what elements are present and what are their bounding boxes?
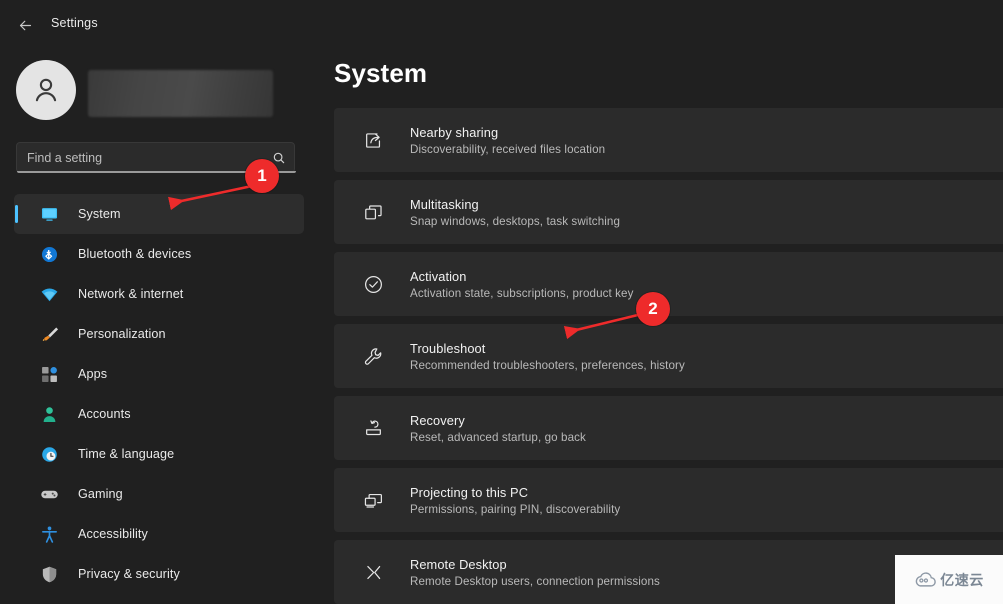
card-text: Troubleshoot Recommended troubleshooters… bbox=[410, 341, 685, 372]
card-subtitle: Recommended troubleshooters, preferences… bbox=[410, 358, 685, 372]
main-row-troubleshoot[interactable]: Troubleshoot Recommended troubleshooters… bbox=[334, 324, 1003, 388]
card-text: Multitasking Snap windows, desktops, tas… bbox=[410, 197, 620, 228]
sidebar-item-label: Apps bbox=[78, 367, 108, 381]
search-input[interactable] bbox=[17, 150, 264, 165]
sidebar: System Bluetooth & devices bbox=[0, 44, 320, 604]
sidebar-item-bluetooth-devices[interactable]: Bluetooth & devices bbox=[14, 234, 304, 274]
annotation-marker-2: 2 bbox=[636, 292, 670, 326]
card-subtitle: Activation state, subscriptions, product… bbox=[410, 286, 634, 300]
card-subtitle: Reset, advanced startup, go back bbox=[410, 430, 586, 444]
sidebar-item-label: System bbox=[78, 207, 121, 221]
card-text: Recovery Reset, advanced startup, go bac… bbox=[410, 413, 586, 444]
card-text: Projecting to this PC Permissions, pairi… bbox=[410, 485, 620, 516]
back-arrow-icon bbox=[19, 20, 31, 30]
watermark-text: 亿速云 bbox=[940, 571, 984, 588]
card-text: Activation Activation state, subscriptio… bbox=[410, 269, 634, 300]
card-subtitle: Discoverability, received files location bbox=[410, 142, 606, 156]
sidebar-item-label: Personalization bbox=[78, 327, 166, 341]
cloud-logo-icon bbox=[915, 571, 937, 587]
sidebar-item-accessibility[interactable]: Accessibility bbox=[14, 514, 304, 554]
main-content: System Nearby sharing Discoverability, r… bbox=[320, 44, 1003, 604]
card-text: Remote Desktop Remote Desktop users, con… bbox=[410, 557, 660, 588]
card-title: Projecting to this PC bbox=[410, 484, 529, 500]
card-subtitle: Snap windows, desktops, task switching bbox=[410, 214, 621, 228]
wifi-icon bbox=[40, 282, 70, 306]
remote-desktop-icon bbox=[352, 556, 394, 588]
user-avatar-icon bbox=[35, 78, 57, 102]
sidebar-item-label: Accounts bbox=[78, 407, 131, 421]
sidebar-nav: System Bluetooth & devices Network & int… bbox=[14, 194, 304, 594]
card-title: Remote Desktop bbox=[410, 556, 507, 572]
accessibility-icon bbox=[40, 522, 70, 546]
sidebar-item-label: Bluetooth & devices bbox=[78, 247, 192, 261]
main-row-recovery[interactable]: Recovery Reset, advanced startup, go bac… bbox=[334, 396, 1003, 460]
main-row-nearby-sharing[interactable]: Nearby sharing Discoverability, received… bbox=[334, 108, 1003, 172]
card-subtitle: Permissions, pairing PIN, discoverabilit… bbox=[410, 502, 621, 516]
annotation-marker-1: 1 bbox=[245, 159, 279, 193]
apps-grid-icon bbox=[40, 362, 70, 386]
windows-stack-icon bbox=[352, 196, 394, 228]
share-icon bbox=[352, 124, 394, 156]
sidebar-item-label: Gaming bbox=[78, 487, 123, 501]
account-name-redacted bbox=[88, 70, 273, 117]
person-icon bbox=[40, 402, 70, 426]
sidebar-item-apps[interactable]: Apps bbox=[14, 354, 304, 394]
sidebar-item-time-language[interactable]: Time & language bbox=[14, 434, 304, 474]
settings-card-list: Nearby sharing Discoverability, received… bbox=[334, 108, 1003, 604]
settings-window: Settings Find a setting System Bluetooth… bbox=[0, 0, 1003, 604]
card-title: Activation bbox=[410, 268, 467, 284]
sidebar-item-label: Accessibility bbox=[78, 527, 148, 541]
card-text: Nearby sharing Discoverability, received… bbox=[410, 125, 605, 156]
back-button[interactable] bbox=[10, 12, 40, 38]
card-title: Multitasking bbox=[410, 196, 479, 212]
sidebar-item-personalization[interactable]: Personalization bbox=[14, 314, 304, 354]
checkmark-circle-icon bbox=[352, 268, 394, 300]
card-title: Troubleshoot bbox=[410, 340, 486, 356]
paintbrush-icon bbox=[40, 322, 70, 346]
watermark: 亿速云 bbox=[895, 555, 1003, 604]
avatar bbox=[16, 60, 76, 120]
card-title: Recovery bbox=[410, 412, 465, 428]
sidebar-item-network-internet[interactable]: Network & internet bbox=[14, 274, 304, 314]
monitor-icon bbox=[40, 202, 70, 226]
sidebar-item-label: Network & internet bbox=[78, 287, 184, 301]
title-bar: Settings bbox=[0, 0, 1003, 44]
gamepad-icon bbox=[40, 482, 70, 506]
sidebar-item-privacy-security[interactable]: Privacy & security bbox=[14, 554, 304, 594]
clock-globe-icon bbox=[40, 442, 70, 466]
bluetooth-icon bbox=[40, 242, 70, 266]
sidebar-item-label: Privacy & security bbox=[78, 567, 180, 581]
account-tile[interactable] bbox=[16, 60, 306, 122]
main-row-projecting-to-this-pc[interactable]: Projecting to this PC Permissions, pairi… bbox=[334, 468, 1003, 532]
shield-icon bbox=[40, 562, 70, 586]
wrench-icon bbox=[352, 340, 394, 372]
sidebar-item-gaming[interactable]: Gaming bbox=[14, 474, 304, 514]
sidebar-item-accounts[interactable]: Accounts bbox=[14, 394, 304, 434]
recovery-arrow-icon bbox=[352, 412, 394, 444]
sidebar-item-label: Time & language bbox=[78, 447, 175, 461]
page-title: System bbox=[334, 58, 428, 88]
main-row-multitasking[interactable]: Multitasking Snap windows, desktops, tas… bbox=[334, 180, 1003, 244]
sidebar-item-system[interactable]: System bbox=[14, 194, 304, 234]
app-title: Settings bbox=[51, 16, 98, 30]
projector-screens-icon bbox=[352, 484, 394, 516]
card-title: Nearby sharing bbox=[410, 124, 499, 140]
card-subtitle: Remote Desktop users, connection permiss… bbox=[410, 574, 660, 588]
